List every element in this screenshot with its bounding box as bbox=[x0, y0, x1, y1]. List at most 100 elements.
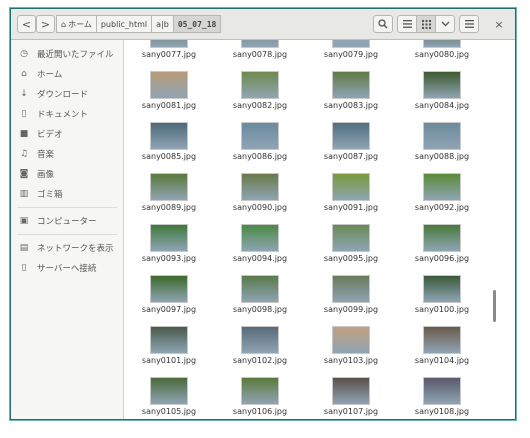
image-thumbnail bbox=[423, 122, 461, 150]
file-name: sany0079.jpg bbox=[323, 50, 379, 59]
file-name: sany0104.jpg bbox=[414, 356, 470, 365]
search-icon bbox=[378, 19, 388, 29]
breadcrumb-public-html[interactable]: public_html bbox=[95, 15, 153, 33]
file-item[interactable]: sany0094.jpg bbox=[215, 218, 305, 268]
file-item[interactable]: sany0089.jpg bbox=[124, 167, 214, 217]
file-item[interactable]: sany0100.jpg bbox=[397, 269, 487, 319]
file-item[interactable]: sany0088.jpg bbox=[397, 116, 487, 166]
image-thumbnail bbox=[150, 173, 188, 201]
sidebar-item-computer[interactable]: ▣ コンピューター bbox=[11, 211, 123, 231]
file-name: sany0094.jpg bbox=[232, 254, 288, 263]
sidebar-item-label: ネットワークを表示 bbox=[37, 244, 114, 254]
back-button[interactable]: < bbox=[17, 15, 36, 33]
sidebar-item-music[interactable]: ♫ 音楽 bbox=[11, 144, 123, 164]
sidebar-item-label: ゴミ箱 bbox=[37, 190, 63, 200]
file-name: sany0086.jpg bbox=[232, 152, 288, 161]
image-thumbnail bbox=[423, 275, 461, 303]
sidebar-item-label: ドキュメント bbox=[37, 110, 89, 120]
sidebar-item-trash[interactable]: ▥ ゴミ箱 bbox=[11, 184, 123, 204]
download-icon: ↓ bbox=[20, 89, 28, 99]
file-item[interactable]: sany0085.jpg bbox=[124, 116, 214, 166]
file-item[interactable]: sany0083.jpg bbox=[306, 65, 396, 115]
breadcrumb-home[interactable]: ⌂ ホーム bbox=[56, 15, 97, 33]
file-item[interactable]: sany0097.jpg bbox=[124, 269, 214, 319]
file-item[interactable]: sany0095.jpg bbox=[306, 218, 396, 268]
sidebar-item-documents[interactable]: ▯ ドキュメント bbox=[11, 104, 123, 124]
file-name: sany0092.jpg bbox=[414, 203, 470, 212]
sidebar-item-downloads[interactable]: ↓ ダウンロード bbox=[11, 84, 123, 104]
forward-button[interactable]: > bbox=[36, 15, 55, 33]
sidebar-item-label: ビデオ bbox=[37, 130, 63, 140]
file-name: sany0081.jpg bbox=[141, 101, 197, 110]
breadcrumb: ⌂ ホーム public_html a|b 05_07_18 bbox=[56, 15, 222, 33]
computer-icon: ▣ bbox=[19, 216, 29, 226]
sidebar-item-connect-server[interactable]: ▯ サーバーへ接続 bbox=[11, 258, 123, 278]
file-item[interactable]: sany0086.jpg bbox=[215, 116, 305, 166]
sidebar-item-home[interactable]: ⌂ ホーム bbox=[11, 64, 123, 84]
file-item[interactable]: sany0102.jpg bbox=[215, 320, 305, 370]
image-thumbnail bbox=[150, 122, 188, 150]
file-item[interactable]: sany0104.jpg bbox=[397, 320, 487, 370]
file-item[interactable]: sany0108.jpg bbox=[397, 371, 487, 419]
sidebar-item-recent[interactable]: ◷ 最近開いたファイル bbox=[11, 44, 123, 64]
sidebar-item-videos[interactable]: ■ ビデオ bbox=[11, 124, 123, 144]
image-thumbnail bbox=[241, 71, 279, 99]
menu-icon bbox=[464, 20, 474, 28]
file-item[interactable]: sany0080.jpg bbox=[397, 40, 487, 64]
file-item[interactable]: sany0090.jpg bbox=[215, 167, 305, 217]
image-thumbnail bbox=[423, 377, 461, 405]
file-item[interactable]: sany0078.jpg bbox=[215, 40, 305, 64]
grid-view-button[interactable] bbox=[416, 15, 436, 33]
file-item[interactable]: sany0079.jpg bbox=[306, 40, 396, 64]
sidebar-item-label: コンピューター bbox=[37, 217, 97, 227]
file-item[interactable]: sany0081.jpg bbox=[124, 65, 214, 115]
header-bar: < > ⌂ ホーム public_html a|b 05_07_18 × bbox=[11, 9, 515, 40]
file-item[interactable]: sany0096.jpg bbox=[397, 218, 487, 268]
image-thumbnail bbox=[150, 71, 188, 99]
file-item[interactable]: sany0082.jpg bbox=[215, 65, 305, 115]
menu-button[interactable] bbox=[459, 15, 479, 33]
sidebar-divider bbox=[17, 234, 117, 235]
image-thumbnail bbox=[332, 40, 370, 48]
file-item[interactable]: sany0105.jpg bbox=[124, 371, 214, 419]
file-name: sany0106.jpg bbox=[232, 407, 288, 416]
image-thumbnail bbox=[150, 224, 188, 252]
file-item[interactable]: sany0077.jpg bbox=[124, 40, 214, 64]
camera-icon: ◙ bbox=[19, 169, 29, 179]
search-button[interactable] bbox=[373, 15, 393, 33]
image-thumbnail bbox=[332, 224, 370, 252]
view-options-button[interactable] bbox=[435, 15, 455, 33]
file-item[interactable]: sany0092.jpg bbox=[397, 167, 487, 217]
video-icon: ■ bbox=[19, 129, 29, 139]
list-view-button[interactable] bbox=[397, 15, 417, 33]
file-name: sany0088.jpg bbox=[414, 152, 470, 161]
image-thumbnail bbox=[332, 71, 370, 99]
file-item[interactable]: sany0103.jpg bbox=[306, 320, 396, 370]
file-name: sany0089.jpg bbox=[141, 203, 197, 212]
file-item[interactable]: sany0106.jpg bbox=[215, 371, 305, 419]
file-name: sany0078.jpg bbox=[232, 50, 288, 59]
image-thumbnail bbox=[241, 275, 279, 303]
scrollbar[interactable] bbox=[493, 290, 496, 322]
close-button[interactable]: × bbox=[489, 15, 509, 33]
image-thumbnail bbox=[332, 122, 370, 150]
image-thumbnail bbox=[241, 326, 279, 354]
file-item[interactable]: sany0087.jpg bbox=[306, 116, 396, 166]
file-name: sany0096.jpg bbox=[414, 254, 470, 263]
sidebar-item-network[interactable]: ▤ ネットワークを表示 bbox=[11, 238, 123, 258]
file-item[interactable]: sany0091.jpg bbox=[306, 167, 396, 217]
file-item[interactable]: sany0101.jpg bbox=[124, 320, 214, 370]
file-item[interactable]: sany0084.jpg bbox=[397, 65, 487, 115]
file-item[interactable]: sany0099.jpg bbox=[306, 269, 396, 319]
sidebar-item-pictures[interactable]: ◙ 画像 bbox=[11, 164, 123, 184]
home-icon: ⌂ bbox=[21, 69, 27, 79]
file-name: sany0087.jpg bbox=[323, 152, 379, 161]
breadcrumb-ab[interactable]: a|b bbox=[151, 15, 174, 33]
image-thumbnail bbox=[241, 224, 279, 252]
file-item[interactable]: sany0098.jpg bbox=[215, 269, 305, 319]
trash-icon: ▥ bbox=[19, 189, 29, 199]
image-thumbnail bbox=[332, 275, 370, 303]
file-item[interactable]: sany0107.jpg bbox=[306, 371, 396, 419]
breadcrumb-current-folder[interactable]: 05_07_18 bbox=[172, 15, 222, 33]
file-item[interactable]: sany0093.jpg bbox=[124, 218, 214, 268]
